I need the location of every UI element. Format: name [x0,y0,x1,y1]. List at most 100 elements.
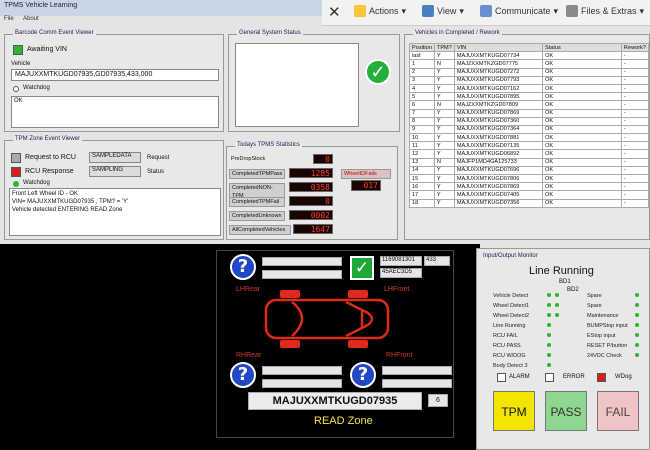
table-cell: MAJZXXMTKZGD07775 [453,59,544,69]
error-checkbox[interactable] [545,373,554,382]
menu-file[interactable]: File [4,16,14,22]
column-header[interactable]: TPM? [433,42,455,53]
io-legend: Input/Output Monitor [483,253,538,259]
pass-button[interactable]: PASS [545,391,587,431]
stat-value: 1647 [293,224,333,234]
table-cell: OK [542,133,622,143]
close-icon: ✕ [328,4,341,21]
table-cell: 2 [409,67,435,77]
table-row[interactable]: 8 Y MAJUXXMTKUGD07360 OK - [409,116,650,126]
sensor-hex: 45AEC3D5 [380,268,422,278]
table-row[interactable]: 3 Y MAJUXXMTKUGD07793 OK - [409,75,650,85]
lhrear-field-2 [262,270,342,279]
io-led-icon [635,323,639,327]
table-cell: - [620,108,650,118]
watchdog-label: Watchdog [23,85,50,91]
tpm-zone-log: Front Left Wheel ID - OK VIN= MAJUXXMTKU… [9,188,221,236]
stat-label: CompletedTPMPass [229,169,285,179]
sensor-pressure: 433 [424,256,450,266]
io-input-label: Body Detect 3 [493,363,528,369]
table-row[interactable]: 7 Y MAJUXXMTKUGD07869 OK - [409,108,650,118]
barcode-legend: Barcode Comm Event Viewer [13,30,96,36]
column-header[interactable]: Rework? [620,42,650,53]
io-input-row: RCU PASS [493,343,551,349]
table-row[interactable]: 15 Y MAJUXXMTKUGD07806 OK - [409,173,650,184]
menu-about[interactable]: About [23,16,39,22]
table-cell: 3 [409,75,435,85]
table-cell: - [620,116,650,126]
table-row[interactable]: 10 Y MAJUXXMTKUGD07881 OK - [409,133,650,143]
table-cell: OK [542,92,622,102]
files-extras-menu[interactable]: Files & Extras ▾ [566,5,644,17]
io-led-icon [555,293,559,297]
io-input-label: Line Running [493,323,526,329]
io-led-icon [635,343,639,347]
table-cell: MAJUXXMTKUGD07806 [453,173,544,184]
table-cell: Y [433,67,455,77]
table-row[interactable]: 2 Y MAJUXXMTKUGD07272 OK - [409,67,650,77]
table-cell: OK [542,182,622,192]
alarm-checkbox[interactable] [497,373,506,382]
stat-value: 0358 [289,182,333,192]
column-header[interactable]: VIN [453,42,544,53]
actions-menu[interactable]: Actions ▾ [354,5,406,17]
io-input-label: Wheel Detect2 [493,313,530,319]
table-row[interactable]: 16 Y MAJUXXMTKUGD07869 OK - [409,182,650,192]
column-header[interactable]: Position [409,42,435,53]
io-input-label: RCU FAIL [493,333,518,339]
stat-label: AllCompletedVehicles [229,225,291,235]
io-led-icon [555,303,559,307]
lhrear-field [262,257,342,266]
table-cell: MAJZXXMTKZGD07809 [453,100,544,110]
table-cell: MAJUXXMTKUGD06892 [453,149,544,159]
log-line: Front Left Wheel ID - OK [12,191,79,197]
table-row[interactable]: 14 Y MAJUXXMTKUGD07696 OK - [409,165,650,176]
table-cell: MAJUXXMTKUGD07869 [453,108,544,118]
table-cell: - [620,133,650,143]
table-row[interactable]: 13 N MAJFP1MD4GA125733 OK - [409,157,650,167]
io-input-label: Vehicle Detect [493,293,529,299]
table-row[interactable]: 9 Y MAJUXXMTKUGD07364 OK - [409,124,650,135]
communicate-menu[interactable]: Communicate ▾ [480,5,558,17]
table-cell: - [620,157,650,167]
table-row[interactable]: 12 Y MAJUXXMTKUGD06892 OK - [409,149,650,159]
table-row[interactable]: 18 Y MAJUXXMTKUGD07356 OK - [409,198,650,208]
table-cell: Y [433,51,455,61]
table-cell: Y [433,124,455,135]
column-header[interactable]: Status [542,42,622,53]
request-label: Request to RCU [25,154,76,161]
bd2-label: BD2 [567,287,579,293]
rhfront-field [382,366,452,375]
log-line: VIN= MAJUXXMTKUGD07935 , TPM? = 'Y' [12,199,129,205]
io-led-icon [635,353,639,357]
table-row[interactable]: 17 Y MAJUXXMTKUGD07405 OK - [409,190,650,200]
io-output-row: BUMPStop input [587,323,639,329]
predropstock-label: PreDropStock [229,155,293,163]
table-cell: OK [542,157,622,167]
table-row[interactable]: last Y MAJUXXMTKUGD07734 OK - [409,51,650,61]
table-cell: 18 [409,198,435,208]
table-cell: last [409,51,435,61]
table-cell: - [620,67,650,77]
close-button[interactable]: ✕ [328,3,341,21]
table-row[interactable]: 4 Y MAJUXXMTKUGD07162 OK - [409,83,650,94]
table-cell: OK [542,100,622,110]
table-row[interactable]: 1 N MAJZXXMTKZGD07775 OK - [409,59,650,69]
watchdog-radio [13,86,19,92]
table-cell: 6 [409,100,435,110]
barcode-status: Awaiting VIN [27,46,67,53]
line-status-title: Line Running [529,265,594,277]
view-menu[interactable]: View ▾ [422,5,464,17]
table-row[interactable]: 6 N MAJZXXMTKZGD07809 OK - [409,100,650,110]
tpm-button[interactable]: TPM [493,391,535,431]
response-value: SAMPLING [89,166,141,177]
table-cell: MAJUXXMTKUGD07881 [453,133,544,143]
table-row[interactable]: 11 Y MAJUXXMTKUGD07135 OK - [409,141,650,151]
table-cell: OK [542,198,622,208]
fail-button[interactable]: FAIL [597,391,639,431]
rhrear-field-2 [262,379,342,388]
table-row[interactable]: 5 Y MAJUXXMTKUGD07895 OK - [409,92,650,102]
error-label: ERROR [563,374,585,380]
stat-label: CompletedUnknown [229,211,285,221]
io-led-icon [635,313,639,317]
